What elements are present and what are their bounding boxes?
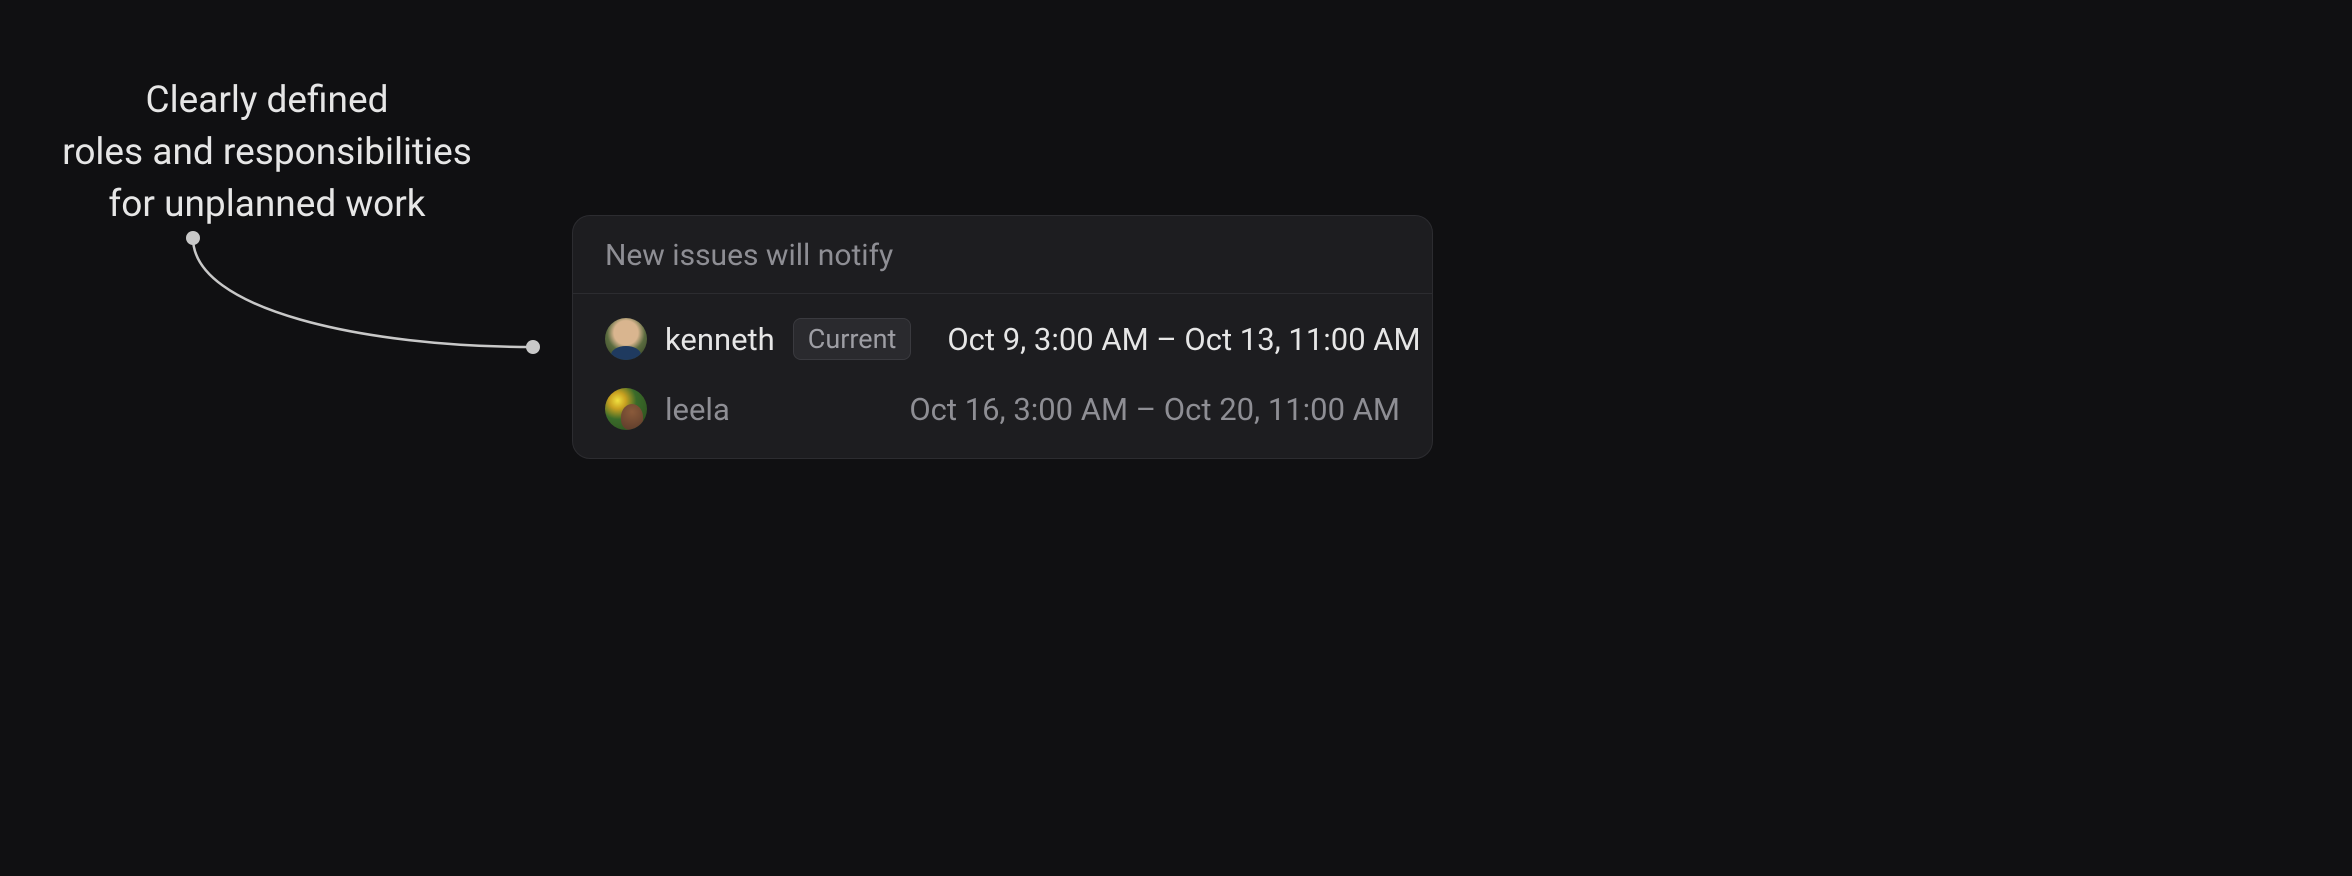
- current-badge: Current: [793, 318, 912, 360]
- annotation-line: roles and responsibilities: [52, 127, 482, 179]
- schedule-time: Oct 16, 3:00 AM – Oct 20, 11:00 AM: [909, 391, 1400, 428]
- panel-header: New issues will notify: [573, 216, 1432, 294]
- user-name: leela: [665, 391, 730, 428]
- annotation-line: Clearly defined: [52, 75, 482, 127]
- avatar: [605, 388, 647, 430]
- schedule-row[interactable]: kenneth Current Oct 9, 3:00 AM – Oct 13,…: [573, 304, 1432, 374]
- annotation-text: Clearly defined roles and responsibiliti…: [52, 75, 482, 230]
- schedule-row[interactable]: leela Oct 16, 3:00 AM – Oct 20, 11:00 AM: [573, 374, 1432, 444]
- annotation-line: for unplanned work: [52, 179, 482, 231]
- user-name: kenneth: [665, 321, 775, 358]
- schedule-time: Oct 9, 3:00 AM – Oct 13, 11:00 AM: [947, 321, 1420, 358]
- connector-line-icon: [185, 230, 545, 355]
- notify-panel: New issues will notify kenneth Current O…: [572, 215, 1433, 459]
- avatar: [605, 318, 647, 360]
- panel-body: kenneth Current Oct 9, 3:00 AM – Oct 13,…: [573, 294, 1432, 458]
